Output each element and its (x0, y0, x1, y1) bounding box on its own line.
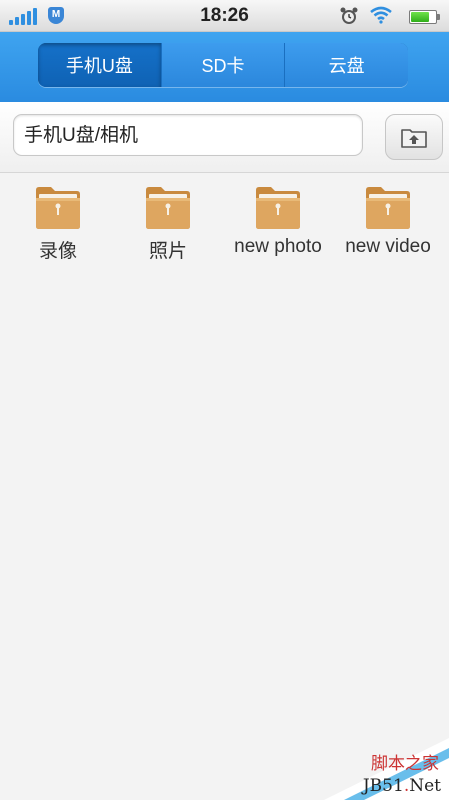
tab-phone-storage[interactable]: 手机U盘 (38, 43, 161, 87)
storage-tabs: 手机U盘 SD卡 云盘 (38, 43, 408, 87)
tab-sd-card[interactable]: SD卡 (160, 43, 285, 87)
folder-icon (146, 187, 190, 229)
status-bar: M 18:26 (0, 0, 449, 32)
folder-item[interactable]: new video (333, 182, 443, 258)
tab-cloud-drive[interactable]: 云盘 (284, 43, 408, 87)
folder-icon (366, 187, 410, 229)
folder-label: new video (345, 236, 431, 257)
folder-up-icon (401, 129, 427, 148)
alarm-icon (340, 7, 358, 24)
header: 手机U盘 SD卡 云盘 (0, 32, 449, 102)
path-field[interactable]: 手机U盘/相机 (13, 114, 363, 156)
folder-item[interactable]: 照片 (113, 182, 223, 263)
folder-label: new photo (234, 236, 322, 257)
folder-item[interactable]: 录像 (3, 182, 113, 263)
watermark-line1: 脚本之家 (371, 754, 439, 774)
battery-icon (409, 10, 440, 24)
parent-folder-button[interactable] (385, 114, 443, 160)
watermark: 脚本之家 JB51.Net (324, 738, 449, 800)
folder-label: 录像 (38, 241, 77, 262)
folder-icon (36, 187, 80, 229)
folder-label: 照片 (148, 241, 187, 262)
path-bar: 手机U盘/相机 (0, 102, 449, 173)
folder-item[interactable]: new photo (223, 182, 333, 258)
folder-icon (256, 187, 300, 229)
watermark-line2: JB51.Net (362, 776, 441, 796)
wifi-icon (370, 6, 392, 24)
